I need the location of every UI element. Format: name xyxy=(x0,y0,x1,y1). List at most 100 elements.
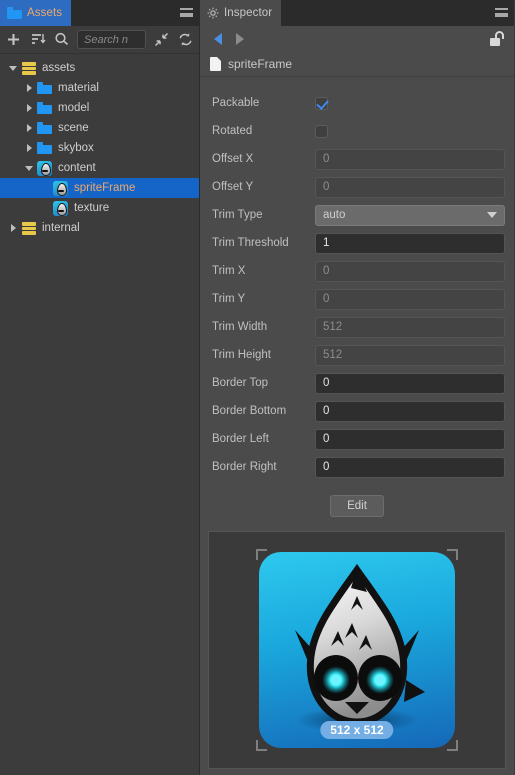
property-row-packable: Packable xyxy=(212,89,505,117)
arrow-forward-icon xyxy=(236,33,244,45)
property-label-trim-height: Trim Height xyxy=(212,349,271,361)
tree-twisty-toggle[interactable] xyxy=(22,158,36,178)
sprite-preview-image: 512 x 512 xyxy=(259,552,455,748)
tree-twisty-toggle[interactable] xyxy=(22,98,36,118)
tree-twisty-toggle[interactable] xyxy=(22,138,36,158)
edit-button[interactable]: Edit xyxy=(330,495,384,517)
input-border-right[interactable]: 0 xyxy=(315,456,505,478)
folder-icon xyxy=(37,122,52,134)
refresh-icon xyxy=(179,33,192,46)
tree-twisty-toggle[interactable] xyxy=(22,78,36,98)
property-row-offset-x: Offset X 0 xyxy=(212,145,505,173)
input-offset-y[interactable]: 0 xyxy=(315,176,505,198)
search-input[interactable]: Search n xyxy=(77,30,146,49)
tree-item-scene[interactable]: scene xyxy=(0,118,199,138)
property-label-offset-x: Offset X xyxy=(212,153,254,165)
input-trim-y-value: 0 xyxy=(323,293,330,305)
inspected-asset-name: spriteFrame xyxy=(228,57,293,71)
input-border-left-value: 0 xyxy=(323,433,330,445)
chevron-down-icon xyxy=(487,212,497,218)
input-trim-x-value: 0 xyxy=(323,265,330,277)
input-trim-y[interactable]: 0 xyxy=(315,288,505,310)
checkbox-rotated[interactable] xyxy=(315,124,328,138)
input-trim-height[interactable]: 512 xyxy=(315,344,505,366)
tree-item-label: skybox xyxy=(58,142,94,154)
refresh-button[interactable] xyxy=(177,31,194,48)
hamburger-menu-icon xyxy=(494,8,508,17)
preview-stage: 512 x 512 xyxy=(256,549,458,751)
property-label-trim-width: Trim Width xyxy=(212,321,268,333)
tree-item-internal[interactable]: internal xyxy=(0,218,199,238)
collapse-all-button[interactable] xyxy=(153,31,170,48)
select-trim-type[interactable]: auto xyxy=(315,204,505,226)
plus-icon xyxy=(8,34,19,45)
tree-twisty-toggle[interactable] xyxy=(22,118,36,138)
input-border-left[interactable]: 0 xyxy=(315,428,505,450)
nav-forward-button[interactable] xyxy=(229,28,251,50)
add-asset-button[interactable] xyxy=(5,31,22,48)
property-label-border-right: Border Right xyxy=(212,461,277,473)
tree-item-skybox[interactable]: skybox xyxy=(0,138,199,158)
tree-item-model[interactable]: model xyxy=(0,98,199,118)
tree-item-label: scene xyxy=(58,122,89,134)
tree-item-spriteframe[interactable]: spriteFrame xyxy=(0,178,199,198)
property-label-border-top: Border Top xyxy=(212,377,269,389)
tree-twisty-spacer xyxy=(38,178,52,198)
input-offset-x[interactable]: 0 xyxy=(315,148,505,170)
assets-toolbar: Search n xyxy=(0,26,199,54)
input-trim-width[interactable]: 512 xyxy=(315,316,505,338)
tree-item-label: internal xyxy=(42,222,80,234)
gear-icon xyxy=(207,7,219,19)
input-trim-threshold[interactable]: 1 xyxy=(315,232,505,254)
input-trim-height-value: 512 xyxy=(323,349,343,361)
asset-tree[interactable]: assets material model scene skybox content spr… xyxy=(0,54,199,775)
lock-open-icon[interactable] xyxy=(489,31,505,47)
sort-assets-button[interactable] xyxy=(29,31,46,48)
property-row-border-bottom: Border Bottom 0 xyxy=(212,397,505,425)
input-trim-x[interactable]: 0 xyxy=(315,260,505,282)
tree-item-content[interactable]: content xyxy=(0,158,199,178)
preview-size-badge: 512 x 512 xyxy=(320,721,394,739)
checkbox-packable[interactable] xyxy=(315,96,328,110)
folder-icon xyxy=(37,142,52,154)
property-row-border-right: Border Right 0 xyxy=(212,453,505,481)
input-trim-threshold-value: 1 xyxy=(323,237,330,249)
assets-menu-button[interactable] xyxy=(173,0,199,25)
input-border-top[interactable]: 0 xyxy=(315,372,505,394)
tree-twisty-toggle[interactable] xyxy=(6,218,20,238)
inspector-panel: Inspector spriteFrame Packable Rotated O… xyxy=(200,0,514,775)
select-trim-type-value: auto xyxy=(323,209,346,221)
tab-inspector[interactable]: Inspector xyxy=(200,0,282,26)
search-filter-button[interactable] xyxy=(53,31,70,48)
property-label-trim-y: Trim Y xyxy=(212,293,246,305)
assets-panel: Assets Search n assets material model sc… xyxy=(0,0,200,775)
property-row-border-left: Border Left 0 xyxy=(212,425,505,453)
property-row-border-top: Border Top 0 xyxy=(212,369,505,397)
inspector-tabbar-filler xyxy=(281,0,488,25)
edit-button-row: Edit xyxy=(200,485,514,531)
file-icon xyxy=(210,57,221,71)
property-label-offset-y: Offset Y xyxy=(212,181,254,193)
property-row-rotated: Rotated xyxy=(212,117,505,145)
handle-bottom-right[interactable] xyxy=(447,740,458,751)
tree-item-label: assets xyxy=(42,62,76,74)
tree-item-assets[interactable]: assets xyxy=(0,58,199,78)
property-label-packable: Packable xyxy=(212,97,260,109)
asset-preview[interactable]: 512 x 512 xyxy=(208,531,506,769)
inspector-menu-button[interactable] xyxy=(488,0,514,25)
tree-item-label: texture xyxy=(74,202,110,214)
database-icon xyxy=(21,222,36,235)
tab-assets[interactable]: Assets xyxy=(0,0,72,26)
property-row-trim-y: Trim Y 0 xyxy=(212,285,505,313)
property-row-trim-height: Trim Height 512 xyxy=(212,341,505,369)
inspector-tabbar: Inspector xyxy=(200,0,514,26)
tree-twisty-toggle[interactable] xyxy=(6,58,20,78)
tab-inspector-label: Inspector xyxy=(224,7,273,19)
input-border-bottom[interactable]: 0 xyxy=(315,400,505,422)
tree-item-texture[interactable]: texture xyxy=(0,198,199,218)
sprite-thumbnail-icon xyxy=(53,180,68,196)
inspector-navbar xyxy=(200,26,514,52)
tree-item-material[interactable]: material xyxy=(0,78,199,98)
collapse-all-icon xyxy=(154,32,169,47)
nav-back-button[interactable] xyxy=(207,28,229,50)
